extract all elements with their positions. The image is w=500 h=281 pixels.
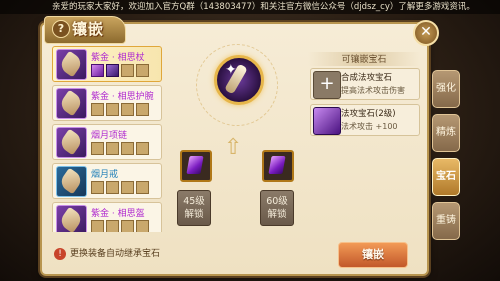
- gem-slots: [91, 103, 151, 122]
- bracer-icon: [56, 88, 87, 119]
- list-item[interactable]: 紫金 · 相思杖: [52, 46, 162, 82]
- gem-slot: [106, 64, 119, 77]
- gem-slot: [91, 103, 104, 116]
- tab-recast[interactable]: 重铸: [432, 202, 460, 240]
- arrow-up-icon: ⇧: [224, 135, 243, 160]
- magic-gem-icon: [313, 107, 341, 135]
- locked-socket-45: 45级 解锁: [177, 190, 211, 226]
- unlock-level: 60级: [266, 196, 288, 207]
- gem-slot: [121, 181, 134, 194]
- plus-icon: +: [313, 71, 341, 99]
- helmet-icon: [56, 205, 87, 232]
- gem-socket-2[interactable]: [262, 150, 294, 182]
- warning-icon: !: [54, 247, 66, 260]
- gem-name: 法攻宝石(2级): [341, 109, 396, 119]
- gem-slots: [91, 142, 151, 161]
- gem-slot: [91, 181, 104, 194]
- staff-icon: [56, 49, 87, 80]
- selected-equipment-icon[interactable]: ✦: [214, 55, 264, 105]
- gem-slots: [91, 220, 151, 232]
- tab-gem[interactable]: 宝石: [432, 158, 460, 196]
- unlock-label: 解锁: [184, 209, 204, 220]
- gem-socket-1[interactable]: [180, 150, 212, 182]
- equipment-name: 烟月项链: [91, 131, 128, 141]
- gem-slot: [91, 220, 104, 232]
- list-item[interactable]: 烟月项链: [52, 124, 162, 160]
- close-icon[interactable]: ✕: [413, 20, 439, 46]
- inherit-hint: ! 更换装备自动继承宝石: [54, 246, 160, 260]
- equipment-name: 紫金 · 相思杖: [91, 53, 145, 63]
- gem-slot: [91, 64, 104, 77]
- equipment-list[interactable]: 紫金 · 相思杖 紫金 · 相思护腕 烟月项链 烟月戒 紫金 · 相思盔: [52, 46, 162, 232]
- list-item[interactable]: 紫金 · 相思护腕: [52, 85, 162, 121]
- gem-icon: [268, 156, 286, 174]
- gem-slot: [136, 181, 149, 194]
- window-title: 镶嵌: [72, 20, 105, 38]
- help-icon[interactable]: ?: [52, 20, 70, 38]
- gem-slot: [106, 142, 119, 155]
- unlock-level: 45级: [183, 196, 205, 207]
- unlock-label: 解锁: [267, 209, 287, 220]
- system-notice: 亲爱的玩家大家好，欢迎加入官方Q群（143803477）和关注官方微信公众号（d…: [0, 0, 500, 14]
- gem-name: 合成法攻宝石: [341, 73, 393, 83]
- gem-slot: [91, 142, 104, 155]
- list-item[interactable]: 紫金 · 相思盔: [52, 202, 162, 232]
- tab-refine[interactable]: 精炼: [432, 114, 460, 152]
- gem-icon: [186, 156, 204, 174]
- gem-list-item[interactable]: + 合成法攻宝石 提高法术攻击伤害: [310, 68, 420, 100]
- equipment-name: 烟月戒: [91, 170, 119, 180]
- gem-slot: [106, 103, 119, 116]
- equipment-name: 紫金 · 相思护腕: [91, 92, 154, 102]
- gem-slot: [121, 103, 134, 116]
- gem-slot: [136, 142, 149, 155]
- gem-slot: [106, 220, 119, 232]
- equipment-name: 紫金 · 相思盔: [91, 209, 145, 219]
- gem-panel-header: 可镶嵌宝石: [308, 52, 420, 66]
- tab-enhance[interactable]: 强化: [432, 70, 460, 108]
- list-item[interactable]: 烟月戒: [52, 163, 162, 199]
- gem-slot: [121, 220, 134, 232]
- gem-slot: [121, 142, 134, 155]
- ring-icon: [56, 166, 87, 197]
- gem-desc: 提高法术攻击伤害: [341, 86, 405, 95]
- gem-slot: [136, 64, 149, 77]
- gem-slots: [91, 181, 151, 200]
- necklace-icon: [56, 127, 87, 158]
- gem-slot: [136, 220, 149, 232]
- gem-slot: [136, 103, 149, 116]
- locked-socket-60: 60级 解锁: [260, 190, 294, 226]
- hint-text: 更换装备自动继承宝石: [70, 249, 161, 259]
- gem-slots: [91, 64, 151, 83]
- gem-slot: [121, 64, 134, 77]
- gem-desc: 法术攻击 +100: [341, 122, 398, 131]
- inlay-button[interactable]: 镶嵌: [338, 242, 408, 268]
- gem-slot: [106, 181, 119, 194]
- gem-list-item[interactable]: 法攻宝石(2级) 法术攻击 +100: [310, 104, 420, 136]
